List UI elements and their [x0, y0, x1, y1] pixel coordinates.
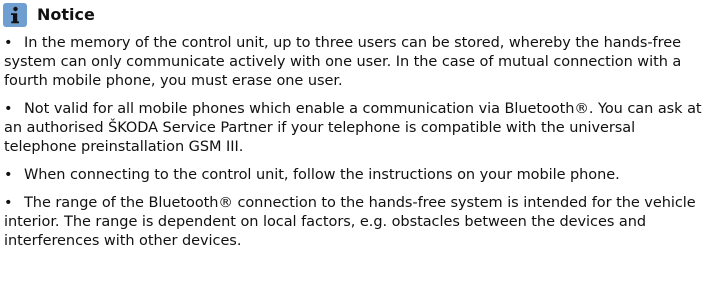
notice-text: When connecting to the control unit, fol… [24, 167, 620, 183]
bullet: • [4, 101, 13, 117]
list-item: • In the memory of the control unit, up t… [4, 34, 710, 91]
bullet: • [4, 35, 13, 51]
info-icon [3, 3, 27, 27]
notice-text: In the memory of the control unit, up to… [4, 35, 682, 89]
notice-title: Notice [37, 5, 95, 24]
notice-list: • In the memory of the control unit, up t… [4, 34, 710, 251]
list-item: • The range of the Bluetooth® connection … [4, 194, 710, 251]
notice-text: Not valid for all mobile phones which en… [4, 101, 702, 155]
list-item: • Not valid for all mobile phones which e… [4, 100, 710, 157]
notice-text: The range of the Bluetooth® connection t… [4, 195, 696, 249]
bullet: • [4, 167, 13, 183]
list-item: • When connecting to the control unit, fo… [4, 166, 710, 185]
notice-header: Notice [3, 2, 710, 28]
info-glyph [11, 6, 19, 24]
notice-box: Notice • In the memory of the control uni… [0, 0, 712, 299]
bullet: • [4, 195, 13, 211]
